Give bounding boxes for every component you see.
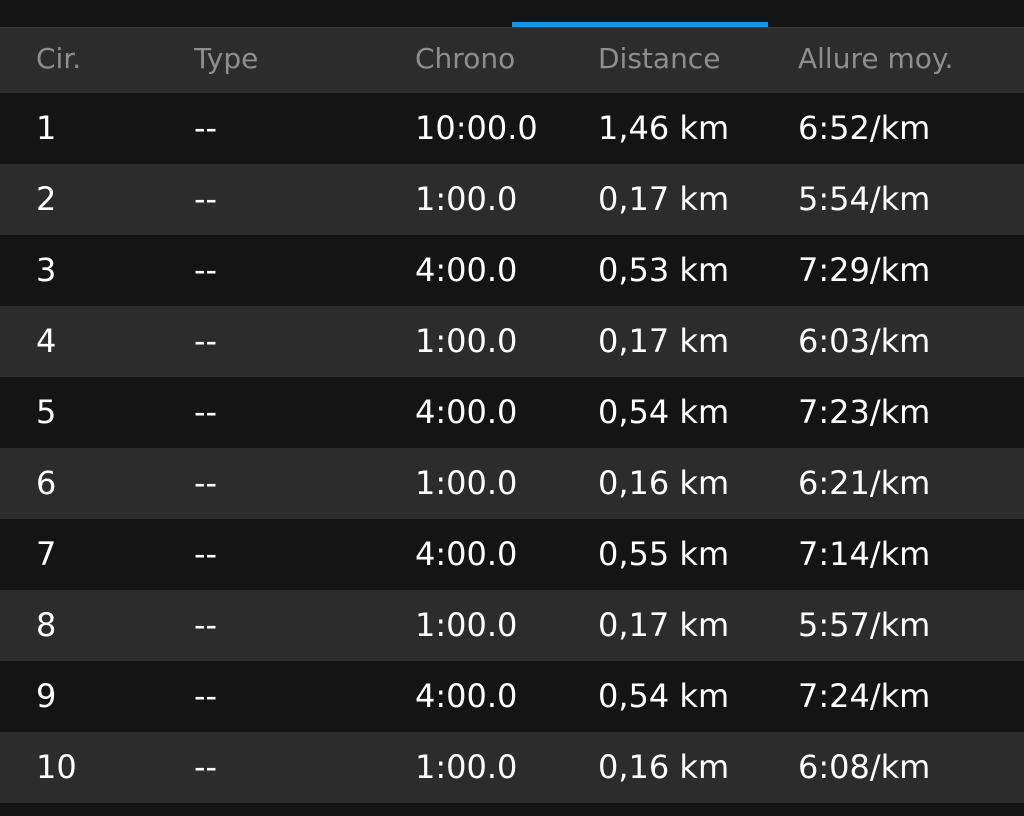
lap-distance: 0,54 km bbox=[598, 677, 730, 715]
table-row[interactable]: 7 -- 4:00.0 0,55 km 7:14/km bbox=[0, 519, 1024, 590]
lap-number: 7 bbox=[36, 535, 57, 573]
lap-time: 4:00.0 bbox=[415, 677, 518, 715]
table-row[interactable]: 3 -- 4:00.0 0,53 km 7:29/km bbox=[0, 235, 1024, 306]
lap-type: -- bbox=[194, 322, 218, 360]
lap-type: -- bbox=[194, 677, 218, 715]
table-row[interactable]: 2 -- 1:00.0 0,17 km 5:54/km bbox=[0, 164, 1024, 235]
lap-pace: 6:21/km bbox=[798, 464, 931, 502]
lap-pace: 7:24/km bbox=[798, 677, 931, 715]
lap-number: 1 bbox=[36, 109, 57, 147]
table-row[interactable]: 4 -- 1:00.0 0,17 km 6:03/km bbox=[0, 306, 1024, 377]
lap-type: -- bbox=[194, 180, 218, 218]
table-header: Cir. Type Chrono Distance Allure moy. bbox=[0, 28, 1024, 93]
tab-strip bbox=[0, 0, 1024, 28]
lap-time: 4:00.0 bbox=[415, 535, 518, 573]
lap-time: 10:00.0 bbox=[415, 109, 538, 147]
table-row[interactable]: 5 -- 4:00.0 0,54 km 7:23/km bbox=[0, 377, 1024, 448]
laps-table: 1 -- 10:00.0 1,46 km 6:52/km 2 -- 1:00.0… bbox=[0, 93, 1024, 803]
lap-time: 1:00.0 bbox=[415, 180, 518, 218]
lap-distance: 1,46 km bbox=[598, 109, 730, 147]
lap-time: 4:00.0 bbox=[415, 251, 518, 289]
table-row[interactable]: 10 -- 1:00.0 0,16 km 6:08/km bbox=[0, 732, 1024, 803]
lap-number: 5 bbox=[36, 393, 57, 431]
lap-pace: 6:52/km bbox=[798, 109, 931, 147]
table-row[interactable]: 6 -- 1:00.0 0,16 km 6:21/km bbox=[0, 448, 1024, 519]
lap-time: 1:00.0 bbox=[415, 606, 518, 644]
lap-number: 9 bbox=[36, 677, 57, 715]
header-lap: Cir. bbox=[36, 42, 82, 75]
lap-type: -- bbox=[194, 464, 218, 502]
lap-pace: 7:23/km bbox=[798, 393, 931, 431]
lap-type: -- bbox=[194, 606, 218, 644]
lap-pace: 5:57/km bbox=[798, 606, 931, 644]
lap-pace: 6:08/km bbox=[798, 748, 931, 786]
lap-number: 2 bbox=[36, 180, 57, 218]
lap-pace: 5:54/km bbox=[798, 180, 931, 218]
header-distance: Distance bbox=[598, 42, 721, 75]
lap-number: 6 bbox=[36, 464, 57, 502]
lap-type: -- bbox=[194, 109, 218, 147]
header-type: Type bbox=[194, 42, 259, 75]
lap-number: 3 bbox=[36, 251, 57, 289]
lap-time: 1:00.0 bbox=[415, 464, 518, 502]
table-row[interactable]: 9 -- 4:00.0 0,54 km 7:24/km bbox=[0, 661, 1024, 732]
lap-time: 1:00.0 bbox=[415, 322, 518, 360]
lap-number: 10 bbox=[36, 748, 77, 786]
laps-screen: Cir. Type Chrono Distance Allure moy. 1 … bbox=[0, 0, 1024, 816]
lap-pace: 7:29/km bbox=[798, 251, 931, 289]
active-tab-indicator bbox=[512, 22, 768, 27]
lap-type: -- bbox=[194, 251, 218, 289]
header-time: Chrono bbox=[415, 42, 516, 75]
lap-time: 4:00.0 bbox=[415, 393, 518, 431]
lap-distance: 0,17 km bbox=[598, 180, 730, 218]
lap-type: -- bbox=[194, 393, 218, 431]
table-footer-gap bbox=[0, 803, 1024, 816]
lap-distance: 0,16 km bbox=[598, 464, 730, 502]
lap-number: 4 bbox=[36, 322, 57, 360]
lap-distance: 0,17 km bbox=[598, 322, 730, 360]
lap-distance: 0,55 km bbox=[598, 535, 730, 573]
lap-pace: 6:03/km bbox=[798, 322, 931, 360]
lap-distance: 0,53 km bbox=[598, 251, 730, 289]
lap-distance: 0,54 km bbox=[598, 393, 730, 431]
lap-distance: 0,17 km bbox=[598, 606, 730, 644]
lap-time: 1:00.0 bbox=[415, 748, 518, 786]
lap-number: 8 bbox=[36, 606, 57, 644]
table-row[interactable]: 8 -- 1:00.0 0,17 km 5:57/km bbox=[0, 590, 1024, 661]
lap-pace: 7:14/km bbox=[798, 535, 931, 573]
lap-distance: 0,16 km bbox=[598, 748, 730, 786]
lap-type: -- bbox=[194, 535, 218, 573]
lap-type: -- bbox=[194, 748, 218, 786]
header-pace: Allure moy. bbox=[798, 42, 954, 75]
table-row[interactable]: 1 -- 10:00.0 1,46 km 6:52/km bbox=[0, 93, 1024, 164]
